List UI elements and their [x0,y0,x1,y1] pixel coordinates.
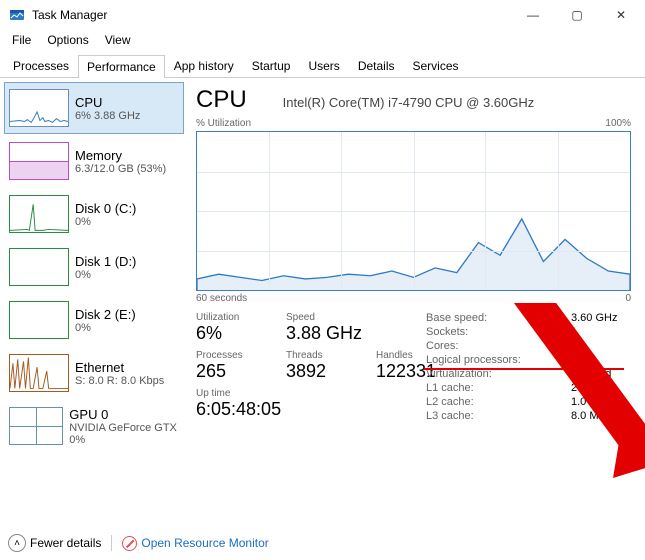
page-title: CPU [196,86,247,114]
sidebar-item-sub: 0% [75,216,136,228]
detail-val: 1 [571,326,631,338]
sidebar-item-label: Disk 0 (C:) [75,201,136,216]
sidebar-item-sub: 6% 3.88 GHz [75,110,140,122]
sidebar-item-disk1[interactable]: Disk 1 (D:) 0% [4,241,184,293]
detail-key: Sockets: [426,326,468,338]
detail-key: L2 cache: [426,396,474,408]
sidebar-item-sub: 6.3/12.0 GB (53%) [75,163,166,175]
fewer-details-label: Fewer details [30,536,101,550]
tabstrip: Processes Performance App history Startu… [0,50,645,78]
sidebar-item-label: CPU [75,95,140,110]
resource-monitor-icon [122,536,137,551]
sidebar-item-sub: S: 8.0 R: 8.0 Kbps [75,375,164,387]
menu-options[interactable]: Options [39,31,96,49]
sidebar-item-label: Disk 1 (D:) [75,254,136,269]
cpu-utilization-chart [196,131,631,291]
menu-file[interactable]: File [4,31,39,49]
utilization-label: Utilization [196,312,266,323]
tab-users[interactable]: Users [299,54,348,77]
sidebar-item-label: Disk 2 (E:) [75,307,136,322]
chevron-up-icon: ˄ [8,534,26,552]
detail-val: 4 [571,340,631,352]
titlebar: Task Manager — ▢ ✕ [0,0,645,30]
sidebar-item-cpu[interactable]: CPU 6% 3.88 GHz [4,82,184,134]
window-title: Task Manager [32,8,511,22]
sidebar-item-ethernet[interactable]: Ethernet S: 8.0 R: 8.0 Kbps [4,347,184,399]
menu-view[interactable]: View [97,31,139,49]
uptime-label: Up time [196,388,426,399]
tab-startup[interactable]: Startup [243,54,300,77]
detail-key: Logical processors: [426,354,521,366]
detail-key: Base speed: [426,312,487,324]
open-resource-monitor-link[interactable]: Open Resource Monitor [122,536,268,551]
detail-val: 1.0 MB [571,396,631,408]
menubar: File Options View [0,30,645,50]
tab-app-history[interactable]: App history [165,54,243,77]
cpu-model-label: Intel(R) Core(TM) i7-4790 CPU @ 3.60GHz [283,95,535,110]
sidebar-item-label: GPU 0 [69,407,179,422]
sidebar-item-sub: 0% [75,269,136,281]
gpu-thumb-icon [9,407,63,445]
sidebar-item-sub2: 0% [69,434,179,446]
tab-performance[interactable]: Performance [78,55,165,78]
detail-val: 256 KB [571,382,631,394]
sidebar-item-label: Ethernet [75,360,164,375]
detail-val: 3.60 GHz [571,312,631,324]
sidebar-item-label: Memory [75,148,166,163]
detail-key: L1 cache: [426,382,474,394]
sidebar-item-gpu0[interactable]: GPU 0 NVIDIA GeForce GTX … 0% [4,400,184,452]
sidebar: CPU 6% 3.88 GHz Memory 6.3/12.0 GB (53%)… [0,78,188,528]
separator [111,535,112,551]
axis-bottom-left: 60 seconds [196,293,247,304]
detail-val: 8.0 MB [571,410,631,422]
detail-val: 8 [571,354,631,366]
memory-thumb-icon [9,142,69,180]
sidebar-item-sub: NVIDIA GeForce GTX … [69,422,179,434]
speed-label: Speed [286,312,362,323]
window-controls: — ▢ ✕ [511,0,643,30]
axis-top-right: 100% [605,118,631,129]
open-resource-monitor-label: Open Resource Monitor [141,536,268,550]
maximize-button[interactable]: ▢ [555,0,599,30]
disk-thumb-icon [9,248,69,286]
minimize-button[interactable]: — [511,0,555,30]
sidebar-item-disk2[interactable]: Disk 2 (E:) 0% [4,294,184,346]
ethernet-thumb-icon [9,354,69,392]
content: CPU 6% 3.88 GHz Memory 6.3/12.0 GB (53%)… [0,78,645,528]
speed-value: 3.88 GHz [286,323,362,344]
annotation-underline [424,368,624,370]
sidebar-item-disk0[interactable]: Disk 0 (C:) 0% [4,188,184,240]
tab-services[interactable]: Services [404,54,468,77]
detail-key: Cores: [426,340,458,352]
cpu-thumb-icon [9,89,69,127]
axis-bottom-right: 0 [625,293,631,304]
sidebar-item-sub: 0% [75,322,136,334]
app-icon [8,6,26,24]
utilization-value: 6% [196,323,266,344]
tab-processes[interactable]: Processes [4,54,78,77]
sidebar-item-memory[interactable]: Memory 6.3/12.0 GB (53%) [4,135,184,187]
close-button[interactable]: ✕ [599,0,643,30]
main-panel: CPU Intel(R) Core(TM) i7-4790 CPU @ 3.60… [188,78,645,528]
detail-key: L3 cache: [426,410,474,422]
uptime-value: 6:05:48:05 [196,399,426,420]
processes-value: 265 [196,361,266,382]
axis-top-left: % Utilization [196,118,251,129]
fewer-details-button[interactable]: ˄ Fewer details [8,534,101,552]
threads-value: 3892 [286,361,356,382]
disk-thumb-icon [9,301,69,339]
processes-label: Processes [196,350,266,361]
disk-thumb-icon [9,195,69,233]
threads-label: Threads [286,350,356,361]
tab-details[interactable]: Details [349,54,404,77]
footer: ˄ Fewer details Open Resource Monitor [8,534,269,552]
